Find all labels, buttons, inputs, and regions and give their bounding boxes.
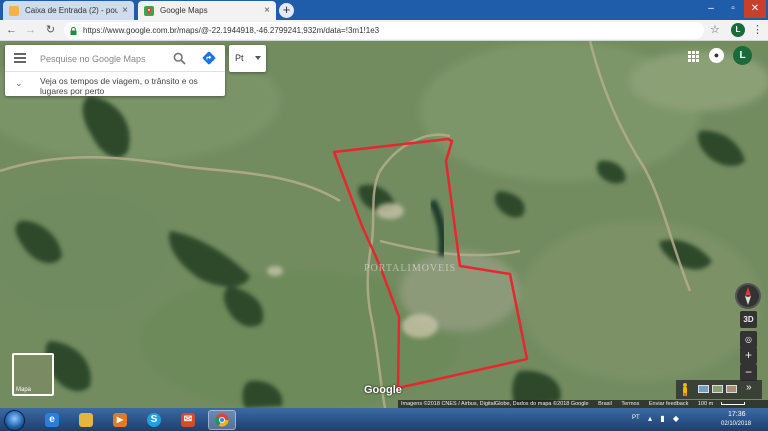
directions-icon[interactable]	[202, 51, 216, 65]
map-layer-label: Mapa	[16, 387, 32, 393]
maps-favicon-icon	[144, 5, 154, 16]
browser-tab-bar: Caixa de Entrada (2) - pousinos· × Googl…	[0, 0, 768, 20]
tab-close-icon[interactable]: ×	[264, 5, 270, 16]
tilt-3d-button[interactable]: 3D	[740, 311, 757, 328]
tab-google-maps[interactable]: Google Maps ×	[138, 1, 276, 20]
google-logo: Google	[364, 384, 402, 396]
taskbar-media-player-icon[interactable]: ▶	[106, 410, 134, 430]
hamburger-menu-icon[interactable]	[14, 53, 26, 63]
tab-close-icon[interactable]: ×	[122, 5, 128, 16]
address-bar[interactable]: https://www.google.com.br/maps/@-22.1944…	[64, 22, 704, 39]
expand-photos-icon[interactable]: »	[746, 382, 752, 393]
system-tray-icons[interactable]: ▴ ▮ ◆	[648, 414, 682, 423]
scale-label[interactable]: 100 m	[698, 401, 713, 407]
forward-arrow-icon[interactable]: →	[23, 23, 38, 38]
back-arrow-icon[interactable]: ←	[4, 23, 19, 38]
lock-icon	[70, 26, 77, 35]
tab-gmail[interactable]: Caixa de Entrada (2) - pousinos· ×	[3, 1, 134, 20]
url-text: https://www.google.com.br/maps/@-22.1944…	[83, 26, 380, 35]
watermark-text: PORTALIMOVEIS	[364, 263, 457, 274]
taskbar-chrome-icon[interactable]	[208, 410, 236, 430]
my-location-icon[interactable]: ◎	[740, 331, 757, 348]
pegman-icon[interactable]	[682, 383, 688, 396]
account-avatar[interactable]: L	[733, 46, 752, 65]
search-input[interactable]	[40, 51, 175, 66]
taskbar-mail-icon[interactable]: ✉	[174, 410, 202, 430]
search-row	[5, 45, 225, 72]
tray-language[interactable]: PT	[632, 415, 640, 421]
search-icon[interactable]	[173, 52, 186, 65]
browser-menu-icon[interactable]: ⋮	[752, 23, 763, 36]
language-select[interactable]: Pt	[229, 45, 266, 72]
tab-label: Google Maps	[160, 6, 208, 15]
minimize-icon[interactable]: –	[700, 0, 722, 18]
taskbar-explorer-icon[interactable]	[72, 410, 100, 430]
clock-time[interactable]: 17:36	[728, 411, 746, 418]
notifications-icon[interactable]: ●	[709, 48, 724, 63]
explore-hint-row[interactable]: ⌄ Veja os tempos de viagem, o trânsito e…	[5, 73, 225, 96]
new-tab-button[interactable]: +	[279, 3, 294, 18]
satellite-map[interactable]: PORTALIMOVEIS ⌄ Veja os tempos de viagem…	[0, 41, 768, 408]
terms-link[interactable]: Termos	[621, 401, 639, 407]
start-button[interactable]	[4, 410, 25, 431]
browser-toolbar: ← → ↻ https://www.google.com.br/maps/@-2…	[0, 20, 768, 41]
zoom-in-button[interactable]: +	[740, 347, 757, 364]
photo-thumbnail[interactable]	[698, 385, 709, 393]
imagery-attribution: Imagens ©2018 CNES / Airbus, DigitalGlob…	[401, 401, 589, 407]
photo-thumbnail[interactable]	[726, 385, 737, 393]
caret-down-icon	[255, 56, 261, 60]
clock-date[interactable]: 02/10/2018	[721, 421, 751, 427]
mail-favicon-icon	[9, 5, 19, 16]
bookmark-star-icon[interactable]: ☆	[710, 23, 720, 36]
window-close-icon[interactable]: ✕	[744, 0, 766, 18]
street-view-strip: »	[676, 380, 762, 399]
explore-hint-text: Veja os tempos de viagem, o trânsito e o…	[40, 76, 198, 96]
map-layer-toggle[interactable]: Mapa	[12, 353, 54, 396]
country-link[interactable]: Brasil	[598, 401, 612, 407]
language-value: Pt	[235, 53, 244, 63]
taskbar-ie-icon[interactable]: e	[38, 410, 66, 430]
taskbar-skype-icon[interactable]: S	[140, 410, 168, 430]
map-footer: Imagens ©2018 CNES / Airbus, DigitalGlob…	[398, 400, 768, 408]
profile-avatar[interactable]: L	[731, 23, 745, 37]
maximize-icon[interactable]: ▫	[722, 0, 744, 18]
photo-thumbnail[interactable]	[712, 385, 723, 393]
satellite-imagery	[0, 41, 768, 408]
reload-icon[interactable]: ↻	[43, 23, 58, 38]
scale-bar	[721, 402, 746, 406]
chevron-down-icon[interactable]: ⌄	[15, 78, 23, 89]
google-apps-icon[interactable]	[688, 51, 699, 62]
search-card: ⌄ Veja os tempos de viagem, o trânsito e…	[5, 45, 225, 96]
feedback-link[interactable]: Enviar feedback	[649, 401, 688, 407]
windows-taskbar: e ▶ S ✉ PT ▴ ▮ ◆ 17:36 02/10/2018	[0, 408, 768, 431]
tab-label: Caixa de Entrada (2) - pousinos·	[25, 6, 119, 15]
zoom-out-button[interactable]: −	[740, 364, 757, 381]
compass-icon[interactable]	[735, 283, 761, 309]
